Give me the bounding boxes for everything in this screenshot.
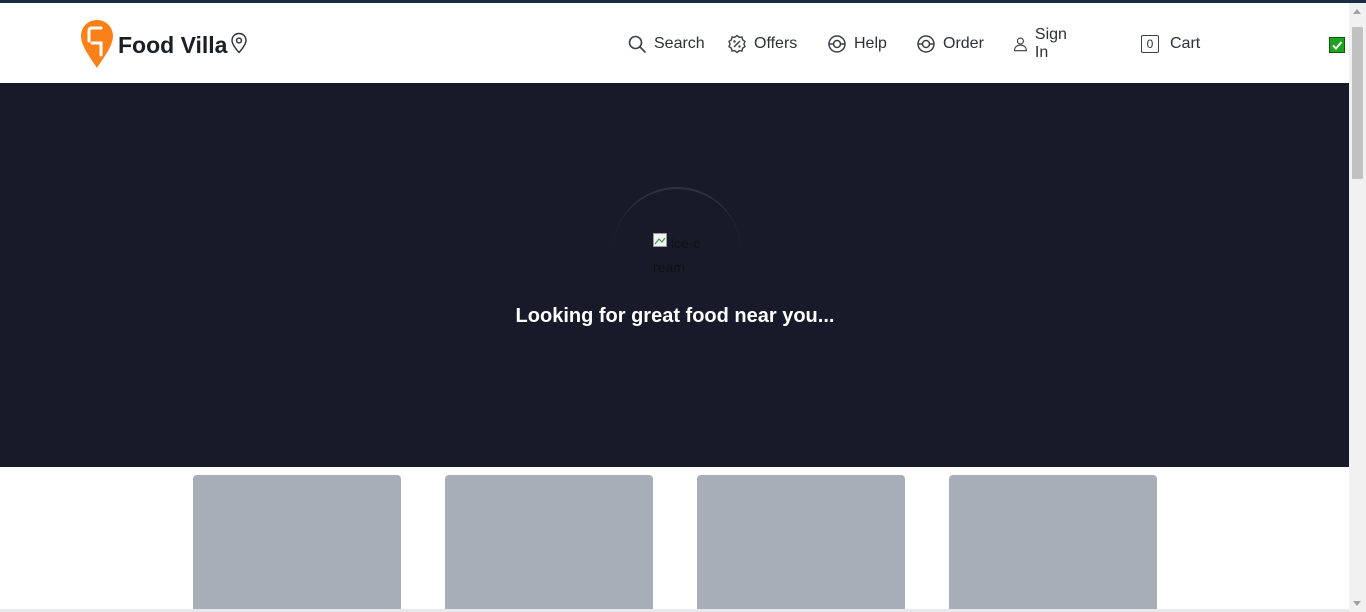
search-icon xyxy=(628,35,646,53)
shimmer-card xyxy=(949,475,1157,612)
nav-search[interactable]: Search xyxy=(627,32,705,56)
nav-help-label: Help xyxy=(854,35,887,52)
nav-cart[interactable]: 0 Cart xyxy=(1141,32,1200,56)
extension-check-icon[interactable] xyxy=(1329,37,1345,53)
ice-cream-image: ice-cream xyxy=(653,231,705,277)
nav-order[interactable]: Order xyxy=(916,32,984,56)
shimmer-card xyxy=(193,475,401,612)
offers-percent-icon xyxy=(728,34,746,54)
order-icon xyxy=(917,35,935,53)
nav-cart-label: Cart xyxy=(1170,35,1201,52)
nav-search-label: Search xyxy=(654,35,705,52)
scrollbar-thumb[interactable] xyxy=(1352,27,1363,179)
cart-count-badge: 0 xyxy=(1141,35,1159,53)
shimmer-card xyxy=(445,475,653,612)
restaurant-shimmer-list xyxy=(0,475,1350,612)
loading-message: Looking for great food near you... xyxy=(515,305,835,327)
scroll-down-arrow-icon[interactable] xyxy=(1353,601,1361,606)
shimmer-card xyxy=(697,475,905,612)
nav-sign-in-label: Sign In xyxy=(1034,26,1067,61)
swiggy-logo-icon[interactable] xyxy=(80,19,114,69)
brand-name[interactable]: Food Villa xyxy=(118,32,227,59)
nav-order-label: Order xyxy=(943,35,984,52)
hero-loading-banner: ice-cream Looking for great food near yo… xyxy=(0,83,1350,467)
check-icon xyxy=(1332,41,1343,50)
map-pin-icon[interactable] xyxy=(230,32,248,54)
scroll-up-arrow-icon[interactable] xyxy=(1353,9,1361,14)
broken-image-icon xyxy=(653,233,667,247)
help-lifebuoy-icon xyxy=(828,35,846,53)
site-header: Food Villa Search Offers Help Order Sign… xyxy=(0,3,1350,83)
brand[interactable]: Food Villa xyxy=(80,19,248,69)
user-icon xyxy=(1013,37,1027,52)
nav-sign-in[interactable]: Sign In xyxy=(1013,26,1072,61)
nav-offers[interactable]: Offers xyxy=(727,32,797,56)
nav-offers-label: Offers xyxy=(754,35,798,52)
nav-help[interactable]: Help xyxy=(827,32,887,56)
vertical-scrollbar[interactable] xyxy=(1349,3,1366,612)
